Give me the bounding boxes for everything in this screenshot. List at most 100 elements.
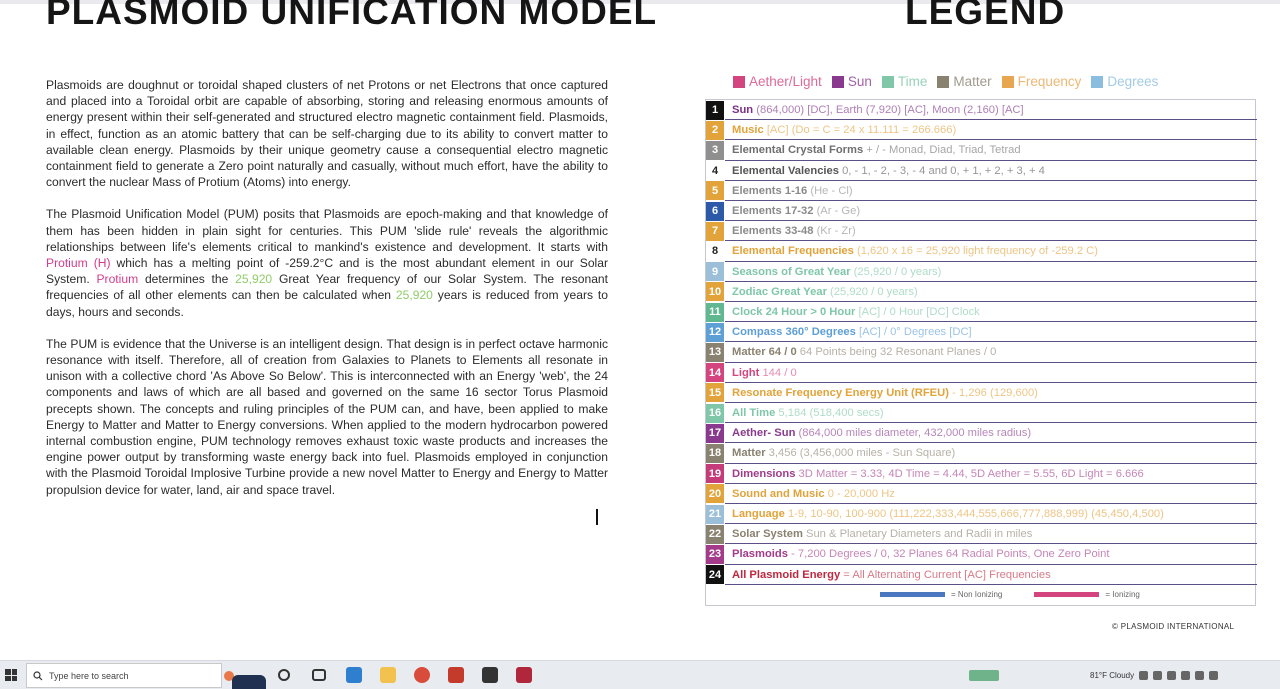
legend-row-text: Elements 17-32 (Ar - Ge) bbox=[732, 205, 1252, 217]
legend-row: 12 Compass 360° Degrees [AC] / 0° Degrees… bbox=[706, 322, 1257, 343]
paragraph-2: The Plasmoid Unification Model (PUM) pos… bbox=[46, 206, 608, 319]
copyright: © PLASMOID INTERNATIONAL bbox=[1112, 622, 1235, 631]
legend-row-desc: 0 - 20,000 Hz bbox=[824, 487, 895, 500]
legend-row-number: 20 bbox=[706, 484, 724, 504]
legend-row-number: 24 bbox=[706, 565, 724, 585]
legend-row-desc: 1-9, 10-90, 100-900 (111,222,333,444,555… bbox=[784, 508, 1164, 521]
taskbar-search[interactable]: Type here to search bbox=[26, 663, 222, 688]
legend-row-desc: Sun & Planetary Diameters and Radii in m… bbox=[802, 528, 1033, 541]
legend-row-number: 5 bbox=[706, 181, 724, 201]
temperature-text: -259.2°C bbox=[285, 256, 334, 271]
legend-row-title: Light bbox=[732, 366, 760, 379]
media-thumbnail-icon bbox=[232, 675, 266, 689]
legend-row-number: 4 bbox=[706, 161, 724, 181]
body-text: Plasmoids are doughnut or toroidal shape… bbox=[46, 77, 608, 514]
legend-row-desc: 144 / 0 bbox=[759, 366, 797, 379]
legend-row-number: 11 bbox=[706, 302, 724, 322]
legend-row-text: Elements 1-16 (He - Cl) bbox=[732, 185, 1252, 197]
legend-row-text: Elemental Valencies 0, - 1, - 2, - 3, - … bbox=[732, 165, 1252, 177]
legend-row: 3 Elemental Crystal Forms + / - Monad, Di… bbox=[706, 140, 1257, 161]
legend-row: 2 Music [AC] (Do = C = 24 x 11.111 = 266.… bbox=[706, 120, 1257, 141]
legend-row-number: 8 bbox=[706, 241, 724, 261]
chevron-up-icon[interactable] bbox=[1139, 671, 1149, 680]
legend-row-title: Sound and Music bbox=[732, 487, 825, 500]
legend-row-text: Elements 33-48 (Kr - Zr) bbox=[732, 225, 1252, 237]
legend-row-desc: (25,920 / 0 years) bbox=[826, 285, 918, 298]
legend-row-desc: (1,620 x 16 = 25,920 light frequency of … bbox=[853, 245, 1098, 258]
legend-row-number: 22 bbox=[706, 524, 724, 544]
notification-icon[interactable] bbox=[1209, 671, 1219, 680]
text-cursor bbox=[596, 509, 598, 525]
app-grid-icon[interactable] bbox=[482, 667, 498, 683]
legend-row-text: Dimensions 3D Matter = 3.33, 4D Time = 4… bbox=[732, 468, 1252, 480]
legend-row-desc: - 7,200 Degrees / 0, 32 Planes 64 Radial… bbox=[787, 548, 1110, 561]
legend-row-number: 13 bbox=[706, 342, 724, 362]
legend-row: 15 Resonate Frequency Energy Unit (RFEU) … bbox=[706, 383, 1257, 403]
browser-icon[interactable] bbox=[414, 667, 430, 683]
legend-row-desc: 3,456 (3,456,000 miles - Sun Square) bbox=[765, 447, 956, 460]
legend-row-title: Elements 17-32 bbox=[732, 205, 814, 218]
legend-swatch bbox=[831, 75, 844, 88]
pdf-icon[interactable] bbox=[516, 667, 532, 683]
legend-row-text: Resonate Frequency Energy Unit (RFEU) - … bbox=[732, 387, 1252, 399]
office-icon[interactable] bbox=[448, 667, 464, 683]
battery-icon[interactable] bbox=[969, 670, 999, 681]
legend-row: 11 Clock 24 Hour > 0 Hour [AC] / 0 Hour [… bbox=[706, 302, 1257, 323]
start-button[interactable] bbox=[0, 661, 22, 689]
legend-row-text: Sun (864,000) [DC], Earth (7,920) [AC], … bbox=[732, 104, 1252, 116]
legend-row: 1 Sun (864,000) [DC], Earth (7,920) [AC],… bbox=[706, 100, 1257, 121]
legend-row-text: All Plasmoid Energy = All Alternating Cu… bbox=[732, 569, 1252, 581]
network-icon[interactable] bbox=[1153, 671, 1163, 680]
legend-row-text: Music [AC] (Do = C = 24 x 11.111 = 266.6… bbox=[732, 124, 1252, 136]
legend-row-desc: 0, - 1, - 2, - 3, - 4 and 0, + 1, + 2, +… bbox=[838, 164, 1045, 177]
file-explorer-icon[interactable] bbox=[380, 667, 396, 683]
legend-row: 5 Elements 1-16 (He - Cl) bbox=[706, 181, 1257, 201]
legend-row: 13 Matter 64 / 0 64 Points being 32 Reson… bbox=[706, 342, 1257, 363]
legend-row-title: Zodiac Great Year bbox=[732, 285, 827, 298]
legend-row: 10 Zodiac Great Year (25,920 / 0 years) bbox=[706, 282, 1257, 302]
legend-row-number: 15 bbox=[706, 383, 724, 403]
legend-table: 1 Sun (864,000) [DC], Earth (7,920) [AC],… bbox=[705, 99, 1257, 606]
legend-row-title: Music bbox=[732, 124, 764, 137]
legend-row-title: Aether- Sun bbox=[732, 427, 796, 440]
legend-row-number: 10 bbox=[706, 282, 724, 302]
row-divider bbox=[725, 583, 1257, 585]
legend-key-item: Sun bbox=[831, 74, 872, 89]
legend-key-item: Degrees bbox=[1091, 74, 1158, 89]
task-view-icon[interactable] bbox=[312, 669, 326, 681]
legend-row-desc: 64 Points being 32 Resonant Planes / 0 bbox=[796, 346, 997, 359]
cortana-icon[interactable] bbox=[278, 669, 290, 681]
legend-key-item: Time bbox=[881, 74, 927, 89]
legend-row: 9 Seasons of Great Year (25,920 / 0 years… bbox=[706, 262, 1257, 282]
legend-key-item: Matter bbox=[937, 74, 992, 89]
legend-row-desc: (25,920 / 0 years) bbox=[850, 265, 942, 278]
legend-row-title: All Time bbox=[732, 407, 776, 420]
legend-key-label: Degrees bbox=[1107, 74, 1159, 89]
legend-swatch bbox=[733, 75, 745, 88]
legend-row-title: Elemental Valencies bbox=[732, 164, 839, 177]
legend-row-title: Sun bbox=[732, 104, 754, 117]
legend-row: 4 Elemental Valencies 0, - 1, - 2, - 3, -… bbox=[706, 161, 1257, 181]
legend-swatch bbox=[1091, 75, 1104, 88]
legend-row-desc: (Kr - Zr) bbox=[813, 225, 856, 238]
legend-row-text: Zodiac Great Year (25,920 / 0 years) bbox=[732, 286, 1252, 298]
legend-row-text: Seasons of Great Year (25,920 / 0 years) bbox=[732, 266, 1252, 278]
paragraph-3: The PUM is evidence that the Universe is… bbox=[46, 336, 608, 497]
clock-icon[interactable] bbox=[1195, 671, 1205, 680]
non-ionizing-bar bbox=[880, 592, 945, 597]
legend-row-number: 1 bbox=[706, 100, 724, 120]
legend-row-title: Elemental Crystal Forms bbox=[732, 144, 864, 157]
great-year-number-2: 25,920 bbox=[395, 288, 433, 303]
legend-row-number: 12 bbox=[706, 322, 724, 342]
paragraph-1: Plasmoids are doughnut or toroidal shape… bbox=[46, 78, 608, 190]
volume-icon[interactable] bbox=[1167, 671, 1177, 680]
weather-text[interactable]: 81°F Cloudy bbox=[1090, 671, 1134, 680]
legend-row-text: All Time 5,184 (518,400 secs) bbox=[732, 407, 1252, 419]
legend-row-text: Sound and Music 0 - 20,000 Hz bbox=[732, 488, 1252, 500]
edge-icon[interactable] bbox=[346, 667, 362, 683]
page-title: PLASMOID UNIFICATION MODEL bbox=[46, 0, 658, 32]
legend-key-item: Aether/Light bbox=[733, 74, 822, 89]
keyboard-icon[interactable] bbox=[1181, 671, 1191, 680]
legend-row-title: Matter 64 / 0 bbox=[732, 346, 797, 359]
protium-h-highlight: Protium (H) bbox=[46, 256, 111, 271]
